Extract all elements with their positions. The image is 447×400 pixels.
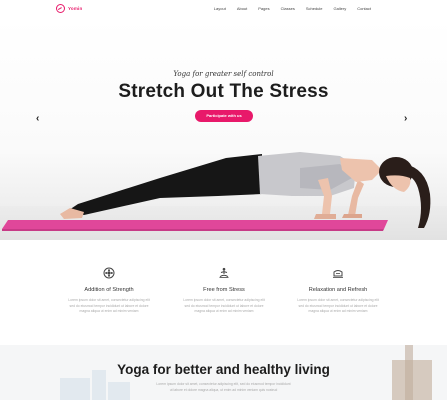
section-title: Yoga for better and healthy living	[117, 362, 330, 377]
nav-item-pages[interactable]: Pages	[258, 6, 269, 11]
feature-stress: Free from Stress Lorem ipsum dolor sit a…	[169, 267, 279, 315]
main-menu: Layout About Pages Classes Schedule Gall…	[214, 6, 371, 11]
participate-button[interactable]: Participate with us	[195, 110, 253, 122]
nav-item-contact[interactable]: Contact	[357, 6, 371, 11]
feature-text: Lorem ipsum dolor sit amet, consectetur …	[183, 298, 265, 314]
feature-strength: Addition of Strength Lorem ipsum dolor s…	[54, 267, 164, 315]
logo-icon	[56, 4, 65, 13]
nav-item-layout[interactable]: Layout	[214, 6, 226, 11]
logo[interactable]: Yomin	[56, 4, 82, 13]
feature-title: Addition of Strength	[84, 287, 134, 293]
feature-title: Free from Stress	[203, 287, 245, 293]
feature-text: Lorem ipsum dolor sit amet, consectetur …	[297, 298, 379, 314]
hero-title: Stretch Out The Stress	[118, 81, 329, 102]
hero-subtitle: Yoga for greater self control	[173, 70, 274, 78]
nav-item-classes[interactable]: Classes	[281, 6, 295, 11]
section-text: Lorem ipsum dolor sit amet, consectetur …	[156, 382, 291, 392]
relaxation-icon	[332, 267, 344, 279]
nav-item-schedule[interactable]: Schedule	[306, 6, 323, 11]
logo-text: Yomin	[68, 6, 83, 11]
chevron-left-icon[interactable]: ‹	[36, 114, 39, 124]
hero-slider: Yoga for greater self control Stretch Ou…	[0, 18, 447, 240]
healthy-living-section: Yoga for better and healthy living Lorem…	[0, 345, 447, 400]
feature-title: Relaxation and Refresh	[308, 287, 368, 293]
feature-text: Lorem ipsum dolor sit amet, consectetur …	[68, 298, 150, 314]
nav-item-gallery[interactable]: Gallery	[334, 6, 347, 11]
yoga-plank-image	[2, 152, 431, 231]
nav-item-about[interactable]: About	[237, 6, 247, 11]
meditation-icon	[218, 267, 230, 279]
features-section: Addition of Strength Lorem ipsum dolor s…	[0, 240, 447, 345]
flower-icon	[103, 267, 115, 279]
chevron-right-icon[interactable]: ›	[404, 114, 407, 124]
top-navigation: Yomin Layout About Pages Classes Schedul…	[0, 0, 447, 18]
feature-relaxation: Relaxation and Refresh Lorem ipsum dolor…	[283, 267, 393, 315]
